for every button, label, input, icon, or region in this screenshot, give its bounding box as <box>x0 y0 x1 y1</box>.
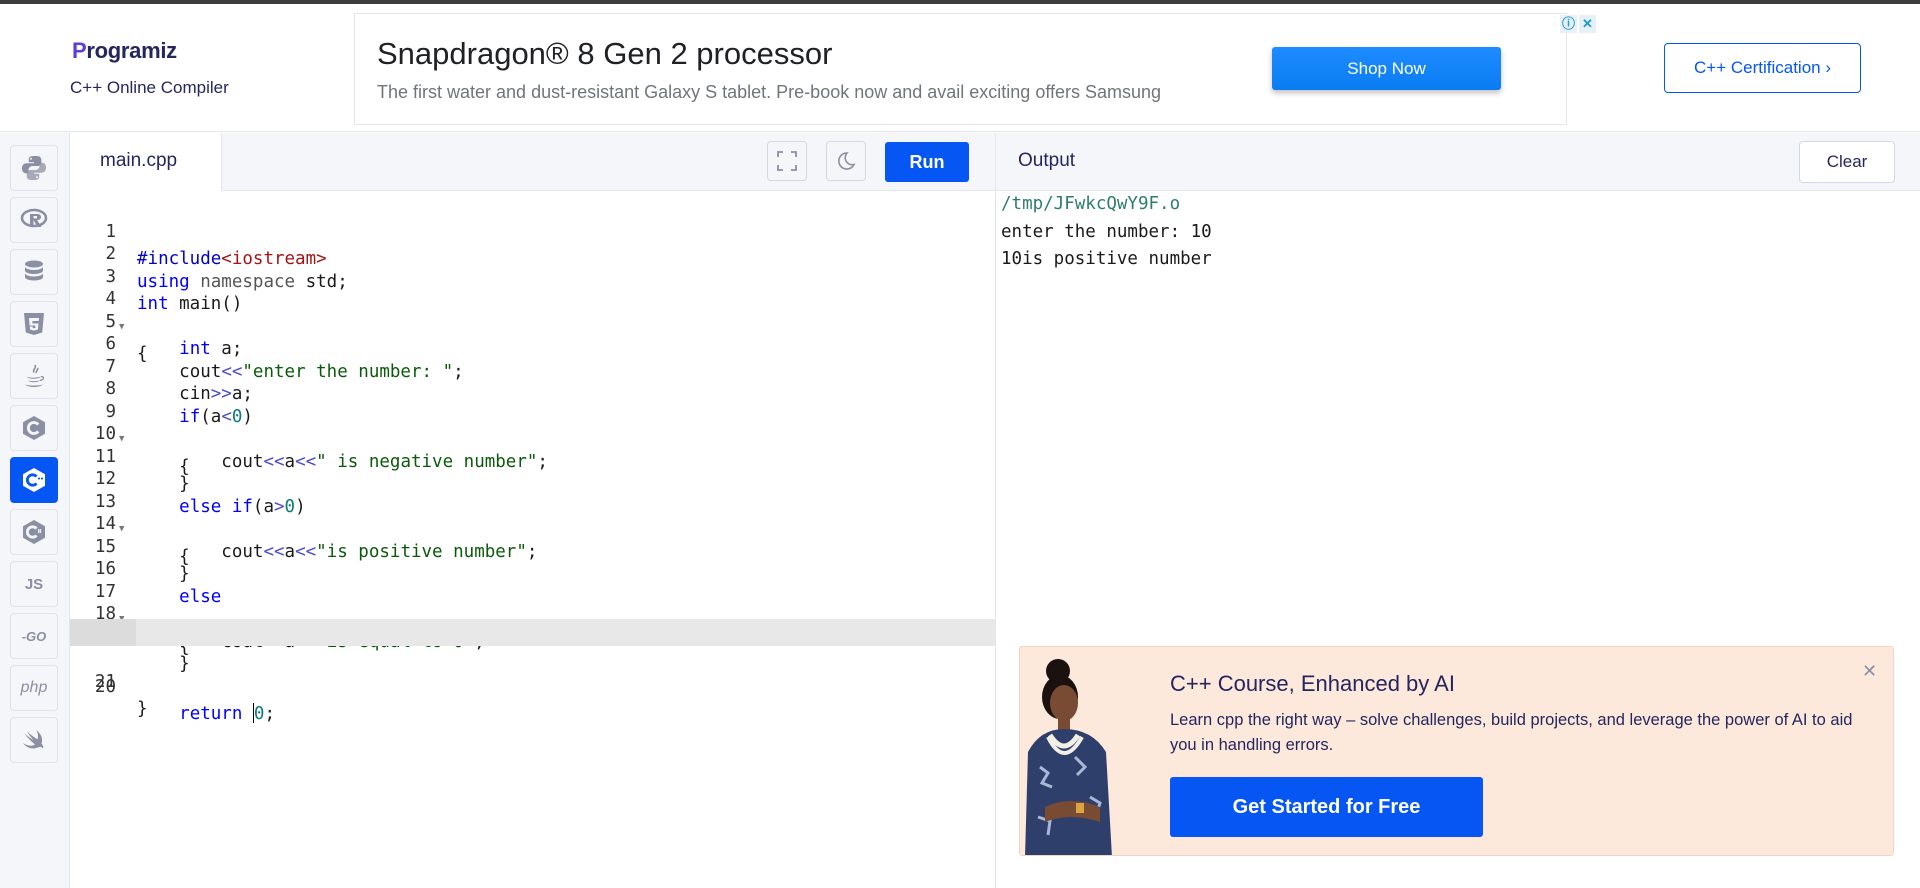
get-started-button[interactable]: Get Started for Free <box>1170 777 1483 837</box>
dark-mode-button[interactable] <box>826 141 866 181</box>
r-button[interactable] <box>10 197 58 243</box>
c-button[interactable] <box>10 405 58 451</box>
ad-info-icon[interactable]: ⓘ <box>1560 15 1577 33</box>
go-button[interactable]: -GO <box>10 613 58 659</box>
output-line: enter the number: 10 <box>1001 221 1212 242</box>
language-sidebar: JS -GO php <box>0 133 70 888</box>
programiz-logo[interactable]: Programiz <box>72 38 177 64</box>
java-button[interactable] <box>10 353 58 399</box>
database-icon <box>25 260 43 281</box>
csharp-button[interactable] <box>10 509 58 555</box>
swift-icon <box>23 730 44 749</box>
instructor-photo <box>1020 657 1150 855</box>
compiler-subtitle: C++ Online Compiler <box>70 78 229 97</box>
output-console[interactable]: /tmp/JFwkcQwY9F.o enter the number: 10 10i… <box>1001 191 1212 274</box>
run-button[interactable]: Run <box>885 142 969 182</box>
sql-button[interactable] <box>10 249 58 295</box>
output-title: Output <box>1018 150 1076 171</box>
shop-now-button[interactable]: Shop Now <box>1272 47 1501 90</box>
code-line: 21 } <box>70 641 995 720</box>
output-toolbar: Output Clear <box>996 133 1920 191</box>
java-icon <box>25 364 45 387</box>
python-button[interactable] <box>10 145 58 191</box>
php-icon: php <box>20 679 48 696</box>
csharp-icon <box>23 520 45 544</box>
output-line: 10is positive number <box>1001 249 1212 269</box>
go-icon: -GO <box>21 628 47 644</box>
code-editor[interactable]: 1 #include<iostream> 2 using namespace s… <box>70 191 995 888</box>
cpp-icon <box>23 468 45 492</box>
promo-text: Learn cpp the right way – solve challeng… <box>1170 711 1853 754</box>
editor-toolbar: main.cpp Run <box>70 133 995 191</box>
fullscreen-icon <box>777 151 797 171</box>
site-header: Programiz C++ Online Compiler Snapdragon… <box>0 4 1920 132</box>
fullscreen-button[interactable] <box>767 141 807 181</box>
php-button[interactable]: php <box>10 665 58 711</box>
python-icon <box>22 156 46 180</box>
ad-choices: ⓘ ✕ <box>1560 15 1596 35</box>
course-promo-card: C++ Course, Enhanced by AI Learn cpp the… <box>1019 646 1894 856</box>
js-icon: JS <box>24 575 44 593</box>
output-line: /tmp/JFwkcQwY9F.o <box>1001 194 1181 214</box>
clear-button[interactable]: Clear <box>1799 141 1895 183</box>
ad-close-icon[interactable]: ✕ <box>1579 15 1596 33</box>
html-button[interactable] <box>10 301 58 347</box>
ad-title[interactable]: Snapdragon® 8 Gen 2 processor <box>377 36 832 72</box>
line-number: 21 <box>94 671 116 692</box>
js-button[interactable]: JS <box>10 561 58 607</box>
cpp-certification-button[interactable]: C++ Certification › <box>1664 43 1861 93</box>
swift-button[interactable] <box>10 717 58 763</box>
html5-icon <box>24 313 44 335</box>
moon-icon <box>838 152 856 170</box>
promo-title: C++ Course, Enhanced by AI <box>1170 671 1455 696</box>
ad-text[interactable]: The first water and dust-resistant Galax… <box>377 82 1161 103</box>
r-icon <box>20 208 48 228</box>
file-tab-main-cpp[interactable]: main.cpp <box>70 133 222 191</box>
advertisement-banner[interactable]: Snapdragon® 8 Gen 2 processor The first … <box>354 13 1567 125</box>
c-icon <box>23 416 45 440</box>
cpp-button[interactable] <box>10 457 58 503</box>
promo-close-icon[interactable]: ✕ <box>1862 661 1877 682</box>
